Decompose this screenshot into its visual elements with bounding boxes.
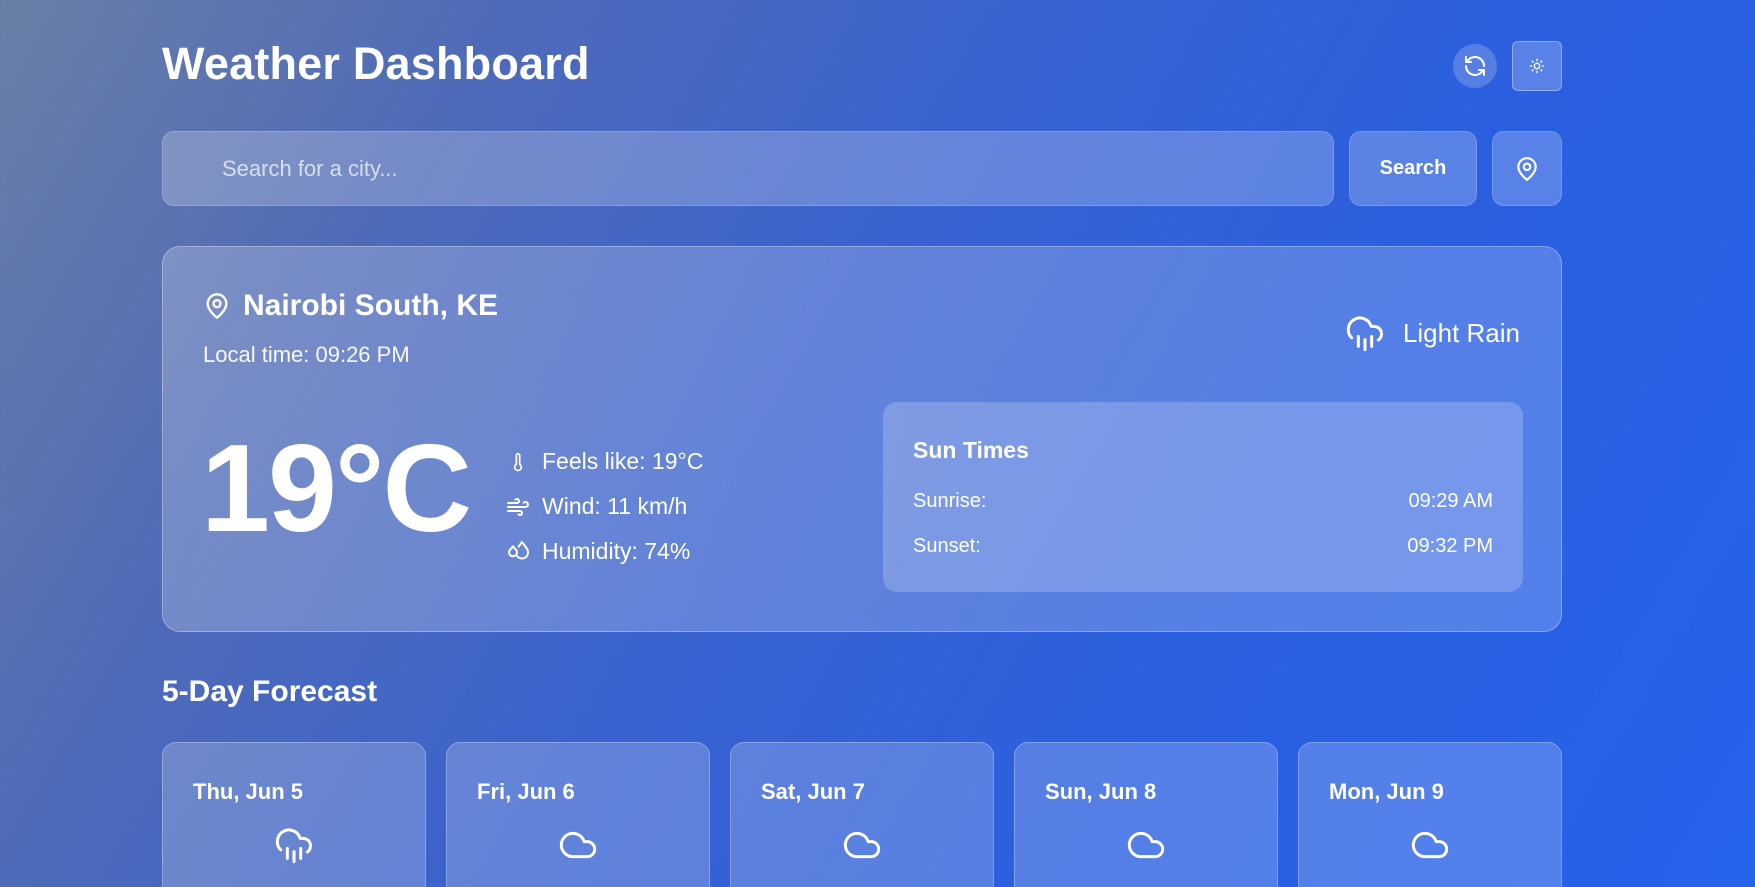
forecast-card[interactable]: Thu, Jun 5: [162, 742, 426, 887]
cloud-icon: [1410, 825, 1450, 865]
current-weather-card: Nairobi South, KE Local time: 09:26 PM L…: [162, 246, 1562, 632]
forecast-day: Mon, Jun 9: [1329, 779, 1444, 804]
droplets-icon: [506, 540, 530, 564]
cloud-icon: [1126, 825, 1166, 865]
feels-like-stat: Feels like: 19°C: [506, 439, 703, 484]
search-button[interactable]: Search: [1349, 131, 1477, 206]
sun-times-panel: Sun Times Sunrise: 09:29 AM Sunset: 09:3…: [883, 402, 1523, 592]
city-name: Nairobi South, KE: [243, 289, 498, 322]
search-button-label: Search: [1379, 157, 1447, 179]
wind-stat: Wind: 11 km/h: [506, 484, 703, 529]
current-location-button[interactable]: [1492, 131, 1562, 206]
search-input[interactable]: [163, 132, 1333, 205]
weather-stats: Feels like: 19°C Wind: 11 km/h Humidity:…: [506, 439, 703, 574]
forecast-day: Sat, Jun 7: [761, 779, 865, 804]
page-title: Weather Dashboard: [162, 38, 590, 89]
sunset-label: Sunset:: [913, 535, 981, 557]
temperature-value: 19°C: [201, 420, 472, 558]
humidity-stat: Humidity: 74%: [506, 529, 703, 574]
refresh-button[interactable]: [1453, 44, 1497, 88]
theme-toggle-button[interactable]: [1512, 41, 1562, 91]
forecast-title: 5-Day Forecast: [162, 675, 378, 708]
condition-label: Light Rain: [1402, 317, 1520, 348]
forecast-card[interactable]: Mon, Jun 9: [1298, 742, 1562, 887]
humidity-text: Humidity: 74%: [542, 538, 691, 564]
thermometer-icon: [506, 450, 530, 474]
cloud-rain-icon: [1345, 313, 1385, 353]
dashboard: Weather Dashboard Search for a city... S…: [162, 0, 1562, 887]
forecast-card[interactable]: Sun, Jun 8: [1014, 742, 1278, 887]
wind-text: Wind: 11 km/h: [542, 493, 688, 519]
sunrise-row: Sunrise: 09:29 AM: [913, 490, 1493, 513]
cloud-rain-icon: [274, 825, 314, 865]
location-row: Nairobi South, KE: [203, 289, 498, 323]
forecast-day: Fri, Jun 6: [477, 779, 575, 804]
cloud-icon: [558, 825, 598, 865]
sunrise-time: 09:29 AM: [1408, 490, 1493, 512]
sunrise-label: Sunrise:: [913, 490, 987, 512]
refresh-icon: [1463, 54, 1487, 78]
local-time: Local time: 09:26 PM: [203, 342, 410, 367]
wind-icon: [506, 495, 530, 519]
feels-like-text: Feels like: 19°C: [542, 448, 704, 474]
map-pin-icon: [1514, 156, 1540, 182]
sunset-row: Sunset: 09:32 PM: [913, 535, 1493, 558]
forecast-card[interactable]: Fri, Jun 6: [446, 742, 710, 887]
map-pin-icon: [203, 292, 231, 320]
forecast-day: Thu, Jun 5: [193, 779, 303, 804]
forecast-day: Sun, Jun 8: [1045, 779, 1157, 804]
weather-condition: Light Rain: [1345, 313, 1520, 353]
sun-icon: [1529, 58, 1545, 74]
search-field[interactable]: [162, 131, 1334, 206]
sunset-time: 09:32 PM: [1407, 535, 1493, 557]
cloud-icon: [842, 825, 882, 865]
sun-times-title: Sun Times: [913, 437, 1029, 463]
forecast-card[interactable]: Sat, Jun 7: [730, 742, 994, 887]
